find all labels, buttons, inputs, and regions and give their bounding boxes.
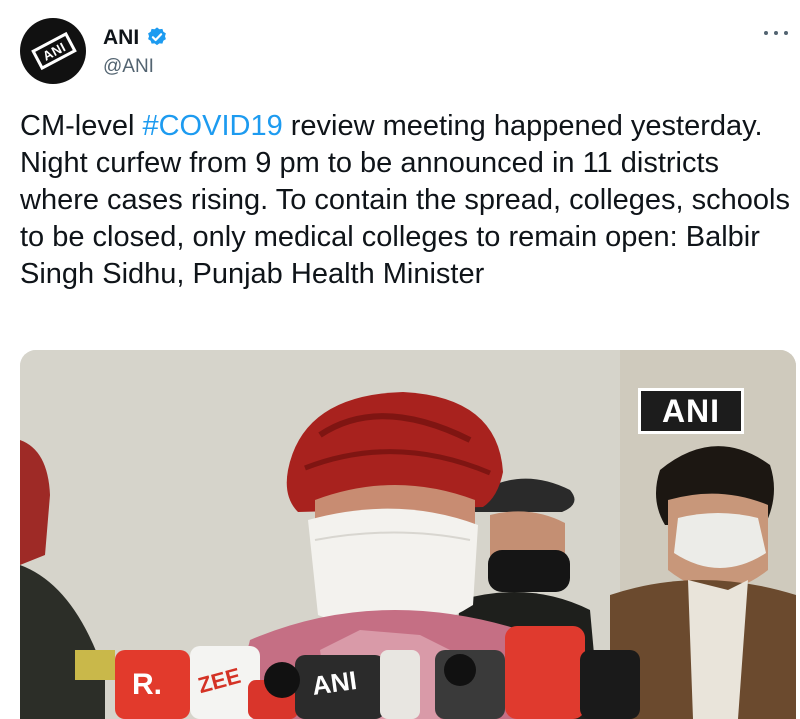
- tweet-media[interactable]: ANI R. ZEE ANI: [20, 350, 796, 719]
- ani-watermark: ANI: [638, 388, 744, 434]
- tweet-text-start: CM-level: [20, 110, 143, 142]
- tweet[interactable]: ANI ANI @ANI CM-level #COVID19 review me…: [0, 0, 800, 719]
- republic-mic-label: R.: [132, 668, 162, 701]
- display-name[interactable]: ANI: [103, 26, 139, 50]
- avatar-logo-text: ANI: [39, 38, 69, 64]
- handle[interactable]: @ANI: [103, 56, 154, 78]
- hashtag-link[interactable]: #COVID19: [142, 110, 282, 142]
- verified-badge-icon: [148, 27, 166, 46]
- ani-logo: ANI: [31, 31, 77, 71]
- ani-mic-label: ANI: [310, 665, 359, 701]
- tweet-text: CM-level #COVID19 review meeting happene…: [20, 108, 790, 293]
- watermark-text: ANI: [661, 392, 721, 429]
- more-options-icon[interactable]: [764, 26, 788, 40]
- avatar[interactable]: ANI: [20, 18, 86, 84]
